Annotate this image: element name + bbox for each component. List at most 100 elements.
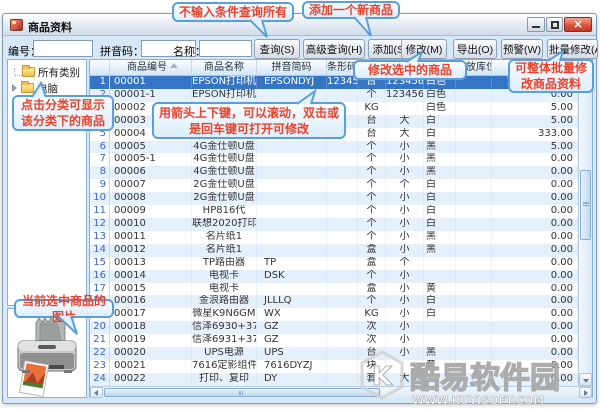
unit: 台 xyxy=(358,128,386,141)
storage xyxy=(456,334,492,347)
pinyin-code xyxy=(257,153,327,166)
product-code: 00014 xyxy=(110,270,192,283)
row-number: 21 xyxy=(90,334,110,347)
quantity: 0.00 xyxy=(492,192,578,205)
table-row[interactable]: 6000054G金仕顿U盘个小黑5.00 xyxy=(90,141,578,154)
table-row[interactable]: 1400012名片纸1盒小黑0.00 xyxy=(90,244,578,257)
name-input[interactable] xyxy=(199,40,252,57)
table-row[interactable]: 1300011名片纸1个小黑0.00 xyxy=(90,231,578,244)
product-code: 00001 xyxy=(110,76,192,89)
table-row[interactable]: 700005-14G金仕顿U盘个小黑0.00 xyxy=(90,153,578,166)
unit: 个 xyxy=(358,218,386,231)
table-row[interactable]: 1200010联想2020打印机粉个小白0.00 xyxy=(90,218,578,231)
scroll-right-button[interactable] xyxy=(579,387,592,398)
unit: 盒 xyxy=(358,257,386,270)
batch-modify-button[interactable]: 批量修改(A) xyxy=(547,39,598,59)
expand-arrow-icon[interactable] xyxy=(12,84,17,92)
unit: 个 xyxy=(358,295,386,308)
barcode xyxy=(327,373,358,386)
table-row[interactable]: 9000072G金仕顿U盘个个白0.00 xyxy=(90,179,578,192)
spec xyxy=(386,360,424,373)
pinyin-code-header[interactable]: 拼音简码 xyxy=(257,60,327,75)
product-code-header[interactable]: 商品编号 xyxy=(110,60,192,75)
row-number: 22 xyxy=(90,347,110,360)
spec: 小 xyxy=(386,244,424,257)
barcode xyxy=(327,89,358,102)
table-row[interactable]: 200001-1EPSON打印机1个12345678白色0.00 xyxy=(90,89,578,102)
product-name: 微星K9N6GM xyxy=(192,308,257,321)
table-row[interactable]: 100001EPSON打印机1EPSONDYJ123456台12345678白色… xyxy=(90,76,578,89)
product-name: 打印、复印 xyxy=(192,373,257,386)
barcode xyxy=(327,218,358,231)
table-row[interactable]: 1600014电视卡DSK个小0.00 xyxy=(90,270,578,283)
unit: 个 xyxy=(358,89,386,102)
modify-button[interactable]: 修改(M) xyxy=(401,39,447,59)
spec: 小 xyxy=(386,283,424,296)
table-row[interactable]: 8000064G金仕顿U盘个小黑0.00 xyxy=(90,166,578,179)
table-row[interactable]: 2000018信泽6930+370GZ次小0.00 xyxy=(90,321,578,334)
product-code: 00015 xyxy=(110,283,192,296)
horizontal-scroll-thumb[interactable] xyxy=(104,388,380,397)
storage xyxy=(456,321,492,334)
spec: 小 xyxy=(386,192,424,205)
scroll-left-button[interactable] xyxy=(90,387,103,398)
product-code: 00017 xyxy=(110,308,192,321)
callout-batch-modify: 可整体批量修改商品资料 xyxy=(508,59,594,93)
pinyin-code xyxy=(257,192,327,205)
vertical-scrollbar[interactable] xyxy=(578,60,592,386)
barcode xyxy=(327,166,358,179)
table-row[interactable]: 1700015电视卡盒小黄0.00 xyxy=(90,283,578,296)
table-row[interactable]: 1100009HP816代个小白0.00 xyxy=(90,205,578,218)
quantity: 0.00 xyxy=(492,283,578,296)
unit: 个 xyxy=(358,205,386,218)
color: 白 xyxy=(424,218,456,231)
storage xyxy=(456,192,492,205)
close-button[interactable]: × xyxy=(564,17,592,32)
product-code: 00019 xyxy=(110,334,192,347)
vertical-scroll-thumb[interactable] xyxy=(580,170,591,240)
table-row[interactable]: 1900017微星K9N6GMWXKG小白0.00 xyxy=(90,308,578,321)
table-row[interactable]: 2200020UPS电源UPS台小黑0.00 xyxy=(90,347,578,360)
row-number: 14 xyxy=(90,244,110,257)
tree-item-label: 电脑 xyxy=(37,81,58,96)
advanced-query-button[interactable]: 高级查询(H) xyxy=(303,39,365,59)
product-name: TP路由器 xyxy=(192,257,257,270)
spec: 小 xyxy=(386,295,424,308)
quantity: 0.00 xyxy=(492,166,578,179)
callout-add-new: 添加一个新商品 xyxy=(302,1,400,19)
table-row[interactable]: 1800016金浪路由器JLLLQ个小白0.00 xyxy=(90,295,578,308)
quantity: 5.00 xyxy=(492,115,578,128)
tree-item-computer[interactable]: 电脑 xyxy=(8,80,86,96)
table-row[interactable]: 10000082G金仕顿U盘个小白0.00 xyxy=(90,192,578,205)
pinyin-code xyxy=(257,89,327,102)
row-number: 7 xyxy=(90,153,110,166)
unit: 个 xyxy=(358,166,386,179)
tree-item-all-categories[interactable]: 所有类别 xyxy=(8,64,86,80)
spec: 小 xyxy=(386,321,424,334)
storage xyxy=(456,166,492,179)
maximize-icon xyxy=(551,21,559,29)
quantity: 0.00 xyxy=(492,321,578,334)
color: 白 xyxy=(424,128,456,141)
table-row[interactable]: 2100019信泽6931+370GZ次小0.00 xyxy=(90,334,578,347)
color: 白 xyxy=(424,205,456,218)
product-name-header[interactable]: 商品名称 xyxy=(192,60,257,75)
table-row[interactable]: 1500013TP路由器TP盒个0.00 xyxy=(90,257,578,270)
maximize-button[interactable] xyxy=(546,17,563,32)
unit: 台 xyxy=(358,347,386,360)
table-row[interactable]: 2400022打印、复印DY套大0.00 xyxy=(90,373,578,386)
barcode xyxy=(327,179,358,192)
code-input[interactable] xyxy=(33,40,93,57)
pinyin-code xyxy=(257,179,327,192)
minimize-button[interactable] xyxy=(527,17,545,32)
export-button[interactable]: 导出(O) xyxy=(453,39,497,59)
table-header-row: 商品编号 商品名称 拼音简码 条形码 颜色 存放库位 xyxy=(90,60,578,76)
alert-button[interactable]: 预警(W) xyxy=(501,39,543,59)
horizontal-scrollbar[interactable] xyxy=(90,386,592,398)
storage xyxy=(456,308,492,321)
quantity: 0.00 xyxy=(492,179,578,192)
color: 白 xyxy=(424,308,456,321)
query-button[interactable]: 查询(S) xyxy=(254,39,300,59)
scroll-down-button[interactable] xyxy=(579,373,592,386)
table-row[interactable]: 23000217616定影组件7616DYZJ块黄0.00 xyxy=(90,360,578,373)
